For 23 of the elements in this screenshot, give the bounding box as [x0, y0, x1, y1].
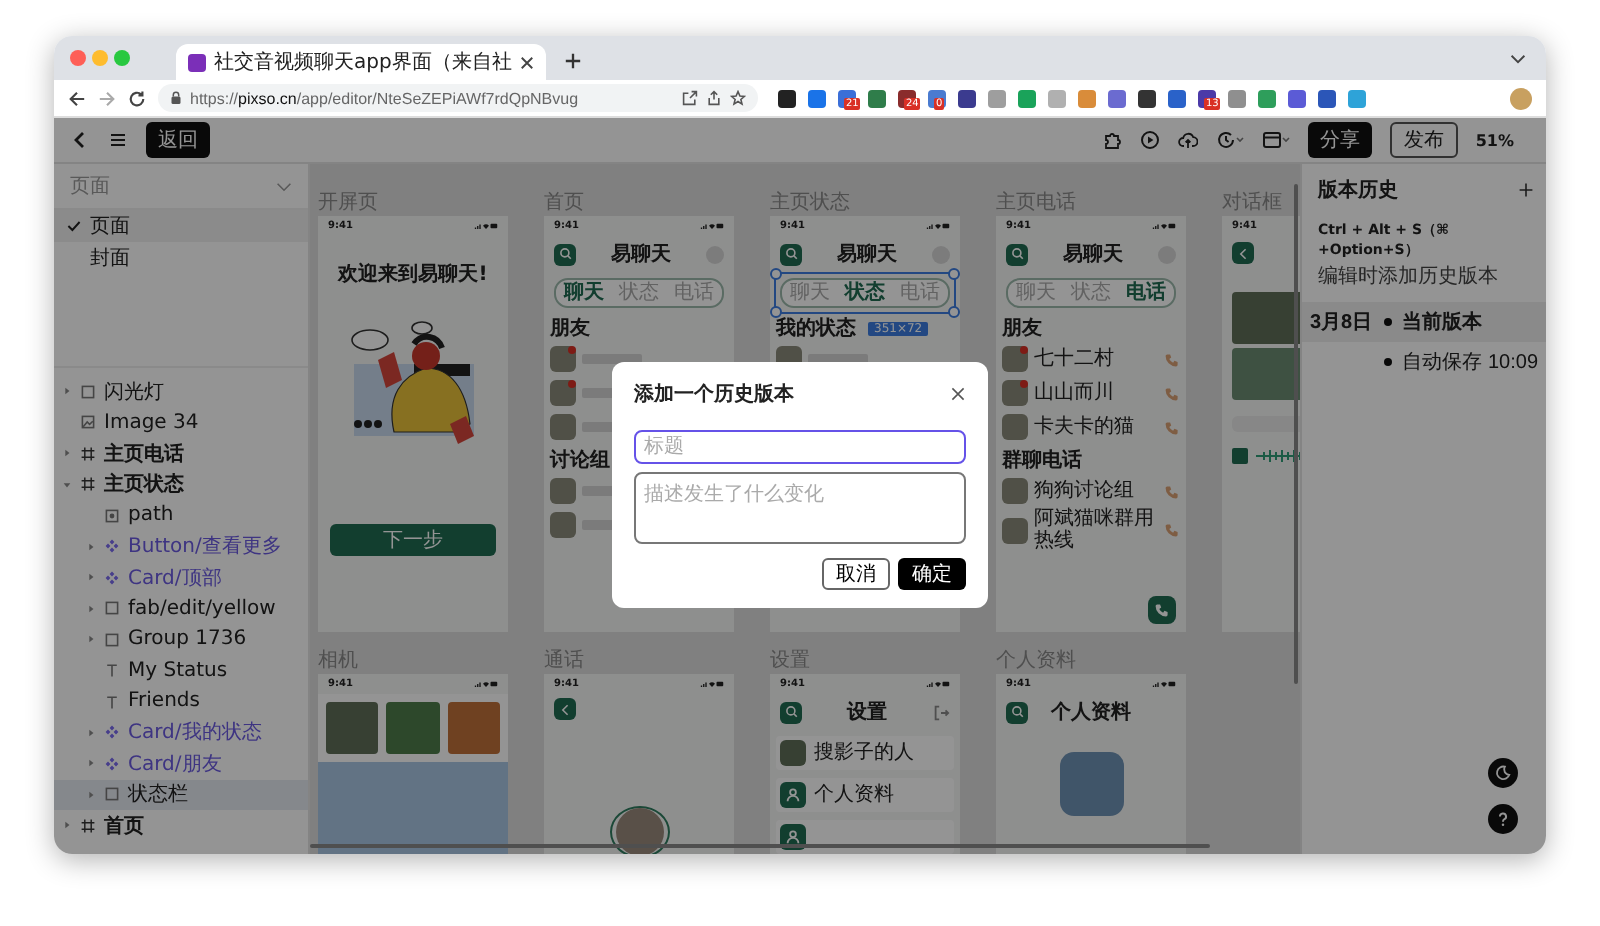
- section-heading: 群聊电话: [1002, 450, 1082, 472]
- screen-title: 个人资料: [1051, 699, 1131, 726]
- section-heading: 讨论组: [550, 450, 610, 472]
- pages-title: 页面: [70, 174, 112, 200]
- contact-name: 七十二村: [1034, 348, 1116, 370]
- contact-name: 狗狗讨论组: [1034, 480, 1136, 502]
- contact-name: 卡夫卡的猫: [1034, 416, 1136, 438]
- section-heading: 朋友: [550, 318, 590, 340]
- screen-title: 设置: [847, 699, 887, 726]
- url-text: https://pixso.cn/app/editor/NteSeZEPiAWf7rdQpNBvug: [190, 89, 579, 107]
- panel-title: 版本历史: [1318, 177, 1398, 204]
- section-heading: 我的状态: [776, 318, 856, 340]
- hint-text: 编辑时添加历史版本: [1318, 263, 1500, 290]
- settings-label: 个人资料: [814, 784, 896, 806]
- contact-name: 阿斌猫咪群用热线: [1034, 508, 1156, 552]
- section-heading: 朋友: [1002, 318, 1042, 340]
- dialog-title: 添加一个历史版本: [634, 381, 794, 408]
- app-title: 易聊天: [837, 241, 897, 268]
- welcome-heading: 欢迎来到易聊天!: [335, 260, 490, 288]
- settings-label: 搜影子的人: [814, 742, 916, 764]
- app-title: 易聊天: [1063, 241, 1123, 268]
- app-title: 易聊天: [611, 241, 671, 268]
- contact-name: 山山而川: [1034, 382, 1116, 404]
